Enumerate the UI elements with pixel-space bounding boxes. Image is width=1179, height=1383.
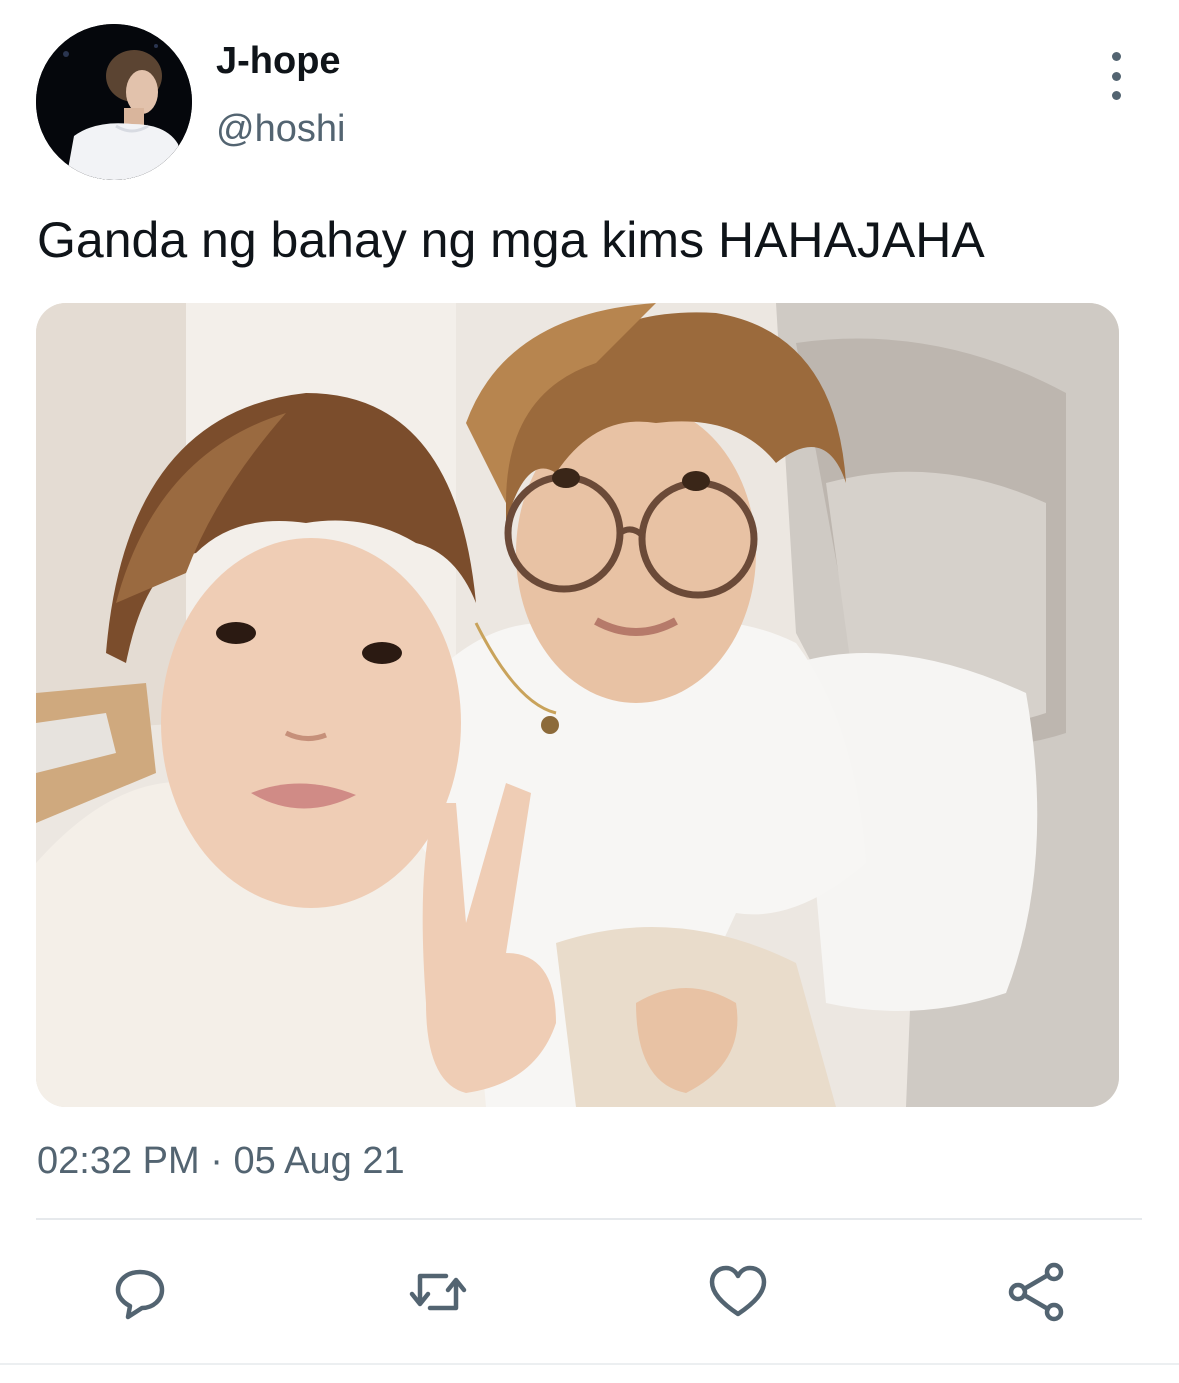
retweet-button[interactable]	[406, 1262, 470, 1322]
author-name[interactable]: J-hope	[216, 38, 341, 84]
tweet-timestamp[interactable]: 02:32 PM · 05 Aug 21	[37, 1138, 405, 1184]
more-options-button[interactable]	[1096, 52, 1136, 100]
tweet-photo[interactable]	[36, 303, 1119, 1107]
tweet-card: J-hope @hoshi Ganda ng bahay ng mga kims…	[0, 0, 1179, 1383]
retweet-icon	[409, 1273, 467, 1311]
like-button[interactable]	[706, 1262, 770, 1322]
more-vertical-icon-dot	[1111, 91, 1121, 100]
tweet-text: Ganda ng bahay ng mga kims HAHAJAHA	[37, 212, 985, 268]
share-icon	[1008, 1262, 1064, 1322]
tweet-time: 02:32 PM	[37, 1140, 200, 1182]
divider	[36, 1218, 1142, 1220]
avatar-image	[36, 24, 192, 180]
photo-image	[36, 303, 1119, 1107]
meta-separator: ·	[210, 1140, 223, 1182]
reply-button[interactable]	[108, 1262, 172, 1322]
tweet-date: 05 Aug 21	[233, 1140, 405, 1182]
share-button[interactable]	[1004, 1262, 1068, 1322]
more-vertical-icon	[1111, 52, 1121, 61]
avatar[interactable]	[36, 24, 192, 180]
bottom-divider	[0, 1363, 1179, 1365]
author-handle[interactable]: @hoshi	[216, 106, 345, 152]
reply-icon	[115, 1269, 165, 1320]
heart-icon	[709, 1265, 767, 1317]
more-vertical-icon-dot	[1111, 71, 1121, 81]
